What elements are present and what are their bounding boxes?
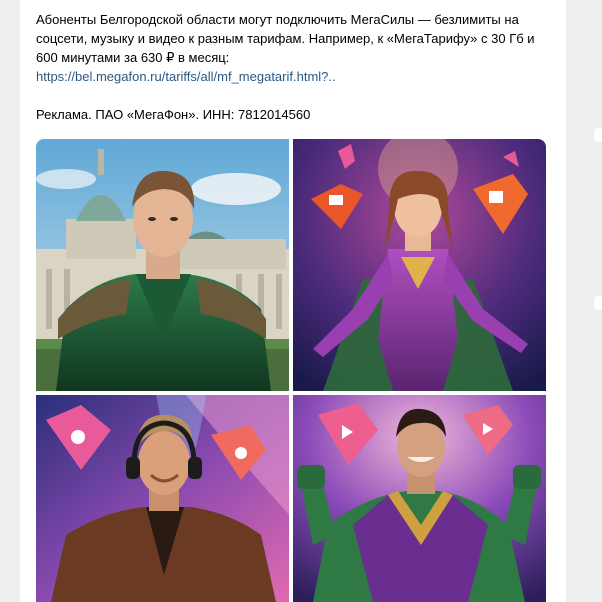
photo-grid [36,139,546,602]
tariff-link[interactable]: https://bel.megafon.ru/tariffs/all/mf_me… [36,69,336,84]
photo-man-headphones-music[interactable] [36,395,289,602]
post-text-line: 600 минутами за 630 ₽ в месяц: [36,50,230,65]
feed-background-left [0,0,20,602]
photo-hero-green-armor[interactable] [36,139,289,391]
sidebar-edge-tab[interactable] [594,128,602,142]
sidebar-edge-tab[interactable] [594,296,602,310]
post-text-line: соцсети, музыку и видео к разным тарифам… [36,31,535,46]
post-text: Абоненты Белгородской области могут подк… [36,10,552,124]
photo-heroine-purple-suit[interactable] [293,139,546,391]
ad-disclaimer: Реклама. ПАО «МегаФон». ИНН: 7812014560 [36,107,311,122]
photo-hero-green-purple-cape[interactable] [293,395,546,602]
post-text-line: Абоненты Белгородской области могут подк… [36,12,519,27]
post-card: Абоненты Белгородской области могут подк… [20,0,566,602]
